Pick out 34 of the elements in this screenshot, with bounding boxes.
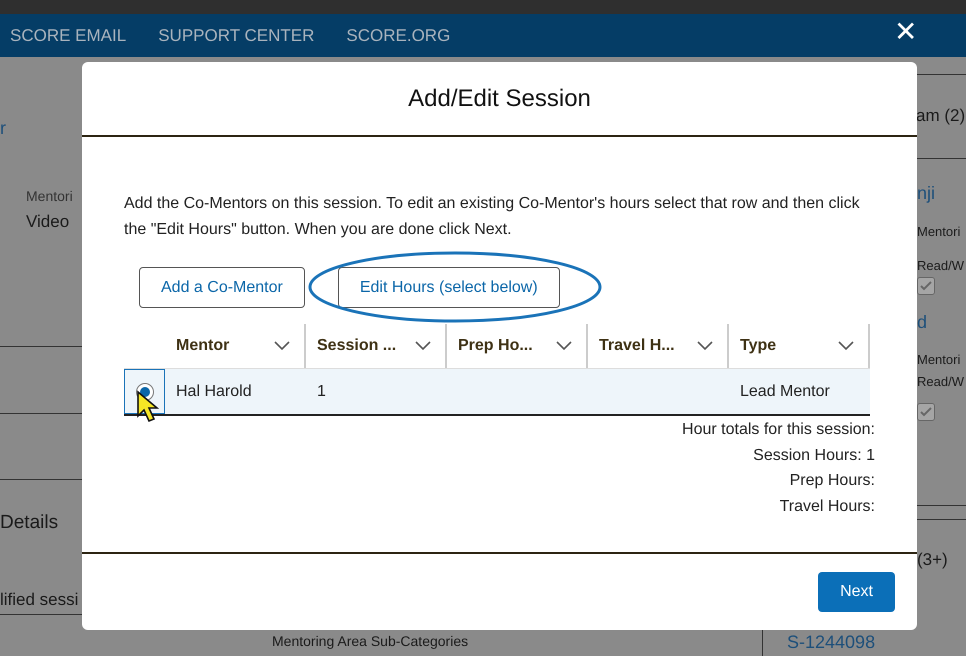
field-label: Mentoring Area Sub-Categories xyxy=(272,633,468,649)
field-text: Mentori xyxy=(26,188,73,204)
table-cell: 1 xyxy=(317,382,326,400)
total-text: Hour totals for this session: xyxy=(682,420,875,440)
next-button[interactable]: Next xyxy=(818,572,895,612)
section-heading: Details xyxy=(0,512,58,534)
field-text: Mentori xyxy=(917,224,960,239)
field-text: lified sessi xyxy=(0,590,78,610)
chevron-down-icon[interactable] xyxy=(556,341,572,351)
checkbox[interactable] xyxy=(917,277,935,295)
field-text: Mentori xyxy=(917,352,960,367)
chevron-down-icon[interactable] xyxy=(274,341,290,351)
chevron-down-icon[interactable] xyxy=(415,341,431,351)
field-text: Video xyxy=(26,212,70,232)
dialog-title: Add/Edit Session xyxy=(408,84,591,112)
table-cell: Lead Mentor xyxy=(740,382,830,400)
nav-link[interactable]: SCORE EMAIL xyxy=(10,26,126,46)
chevron-down-icon[interactable] xyxy=(697,341,713,351)
field-text: Read/W xyxy=(917,374,964,389)
section-heading: (3+) xyxy=(917,550,948,570)
section-heading: am (2) xyxy=(916,106,966,126)
total-text: Session Hours: 1 xyxy=(753,446,875,466)
field-text: Read/W xyxy=(917,258,964,273)
total-text: Prep Hours: xyxy=(790,471,875,491)
checkbox[interactable] xyxy=(917,403,935,421)
total-text: Travel Hours: xyxy=(780,496,875,516)
nav-link[interactable]: SUPPORT CENTER xyxy=(158,26,314,46)
action-button[interactable]: Add a Co-Mentor xyxy=(139,267,305,308)
pointer-cursor-icon xyxy=(136,390,162,424)
chevron-down-icon[interactable] xyxy=(838,341,854,351)
table-cell: Hal Harold xyxy=(176,382,252,400)
action-button[interactable]: Edit Hours (select below) xyxy=(338,267,560,308)
instructions-text: Add the Co-Mentors on this session. To edit an existing Co-Mentor's hours select that row and then click the "Edit Hours" button. When you are done click Next. xyxy=(124,194,861,240)
nav-link[interactable]: SCORE.ORG xyxy=(346,26,450,46)
